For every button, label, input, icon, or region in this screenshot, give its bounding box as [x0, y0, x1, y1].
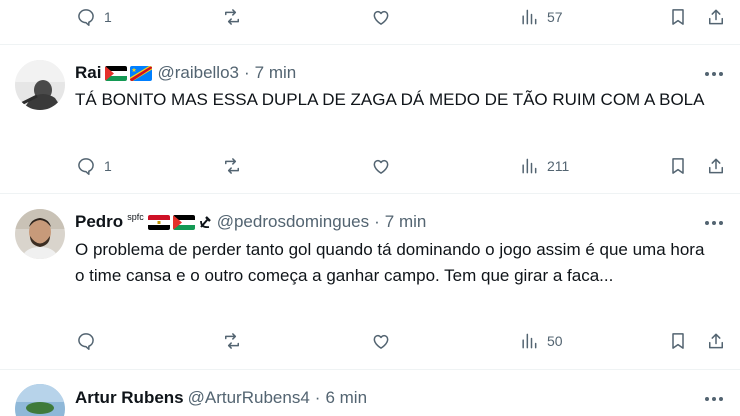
- views-count: 57: [547, 9, 563, 25]
- reply-button[interactable]: 1: [76, 151, 112, 181]
- user-handle[interactable]: @ArturRubens4: [188, 388, 310, 408]
- bookmark-button[interactable]: [668, 2, 688, 32]
- reply-button[interactable]: 1: [76, 2, 112, 32]
- views-button[interactable]: 57: [519, 2, 563, 32]
- bookmark-icon: [672, 9, 684, 25]
- tweet[interactable]: Rai @raibello3 · 7 min TÁ BONITO MAS ESS…: [0, 44, 740, 192]
- more-icon: [705, 221, 709, 225]
- bookmark-icon: [672, 158, 684, 174]
- bookmark-icon: [672, 333, 684, 349]
- user-handle[interactable]: @raibello3: [157, 63, 239, 83]
- views-button[interactable]: 211: [519, 151, 569, 181]
- repost-icon: [225, 333, 239, 349]
- avatar[interactable]: [15, 60, 65, 110]
- heart-icon: [373, 159, 389, 174]
- name-emojis: [147, 214, 212, 230]
- separator-dot: ·: [374, 212, 380, 231]
- like-button[interactable]: [371, 2, 391, 32]
- timestamp[interactable]: 7 min: [385, 212, 427, 232]
- like-button[interactable]: [371, 326, 391, 356]
- tweet-actions: 1 211: [0, 151, 740, 181]
- reply-icon: [78, 158, 94, 175]
- dr-congo-flag-icon: [130, 65, 153, 81]
- tweet-text: TÁ BONITO MAS ESSA DUPLA DE ZAGA DÁ MEDO…: [75, 90, 705, 109]
- tweet-actions: 50: [0, 326, 740, 356]
- tweet[interactable]: Artur Rubens @ArturRubens4 · 6 min: [0, 369, 740, 416]
- views-chart-icon: [522, 158, 537, 174]
- share-icon: [709, 333, 723, 349]
- repost-button[interactable]: [222, 2, 242, 32]
- share-button[interactable]: [706, 326, 726, 356]
- palestine-flag-icon: [105, 65, 128, 81]
- tweet[interactable]: Pedro spfc @pedrosdomingues · 7 min O pr…: [0, 193, 740, 369]
- more-icon: [705, 397, 709, 401]
- avatar[interactable]: [15, 384, 65, 416]
- views-button[interactable]: 50: [519, 326, 563, 356]
- tweet-header: Rai @raibello3 · 7 min: [75, 63, 296, 83]
- egypt-flag-icon: [147, 214, 170, 230]
- separator-dot: ·: [314, 388, 321, 407]
- reply-button[interactable]: [76, 326, 96, 356]
- heart-icon: [373, 10, 389, 25]
- repost-button[interactable]: [222, 326, 242, 356]
- reply-icon: [78, 9, 94, 26]
- share-button[interactable]: [706, 2, 726, 32]
- reply-count: 1: [104, 9, 112, 25]
- share-icon: [709, 9, 723, 25]
- palestine-flag-icon: [172, 214, 195, 230]
- reply-count: 1: [104, 158, 112, 174]
- name-emojis: [105, 65, 153, 81]
- avatar-image: [15, 209, 65, 259]
- views-chart-icon: [522, 9, 537, 25]
- share-button[interactable]: [706, 151, 726, 181]
- bookmark-button[interactable]: [668, 326, 688, 356]
- timestamp[interactable]: 6 min: [325, 388, 367, 408]
- separator-dot: ·: [244, 63, 250, 82]
- avatar-image: [15, 384, 65, 416]
- hammer-sickle-icon: [198, 215, 212, 230]
- views-chart-icon: [522, 333, 537, 349]
- display-name[interactable]: Pedro: [75, 212, 123, 232]
- tweet-header: Artur Rubens @ArturRubens4 · 6 min: [75, 388, 367, 408]
- more-options-button[interactable]: [702, 213, 726, 233]
- bookmark-button[interactable]: [668, 151, 688, 181]
- more-icon: [705, 72, 709, 76]
- views-count: 211: [547, 158, 570, 174]
- share-icon: [709, 158, 723, 174]
- name-suffix: spfc: [127, 212, 144, 222]
- avatar[interactable]: [15, 209, 65, 259]
- views-count: 50: [547, 333, 563, 349]
- repost-icon: [225, 158, 239, 174]
- more-options-button[interactable]: [702, 64, 726, 84]
- more-options-button[interactable]: [702, 389, 726, 409]
- repost-icon: [225, 9, 239, 25]
- like-button[interactable]: [371, 151, 391, 181]
- timestamp[interactable]: 7 min: [255, 63, 297, 83]
- tweet-text: O problema de perder tanto gol quando tá…: [75, 240, 705, 285]
- reply-icon: [78, 333, 94, 350]
- user-handle[interactable]: @pedrosdomingues: [217, 212, 369, 232]
- tweet-header: Pedro spfc @pedrosdomingues · 7 min: [75, 212, 426, 232]
- avatar-image: [15, 60, 65, 110]
- heart-icon: [373, 334, 389, 349]
- display-name[interactable]: Artur Rubens: [75, 388, 184, 408]
- display-name[interactable]: Rai: [75, 63, 101, 83]
- tweet-actions: 1 57: [0, 2, 740, 32]
- repost-button[interactable]: [222, 151, 242, 181]
